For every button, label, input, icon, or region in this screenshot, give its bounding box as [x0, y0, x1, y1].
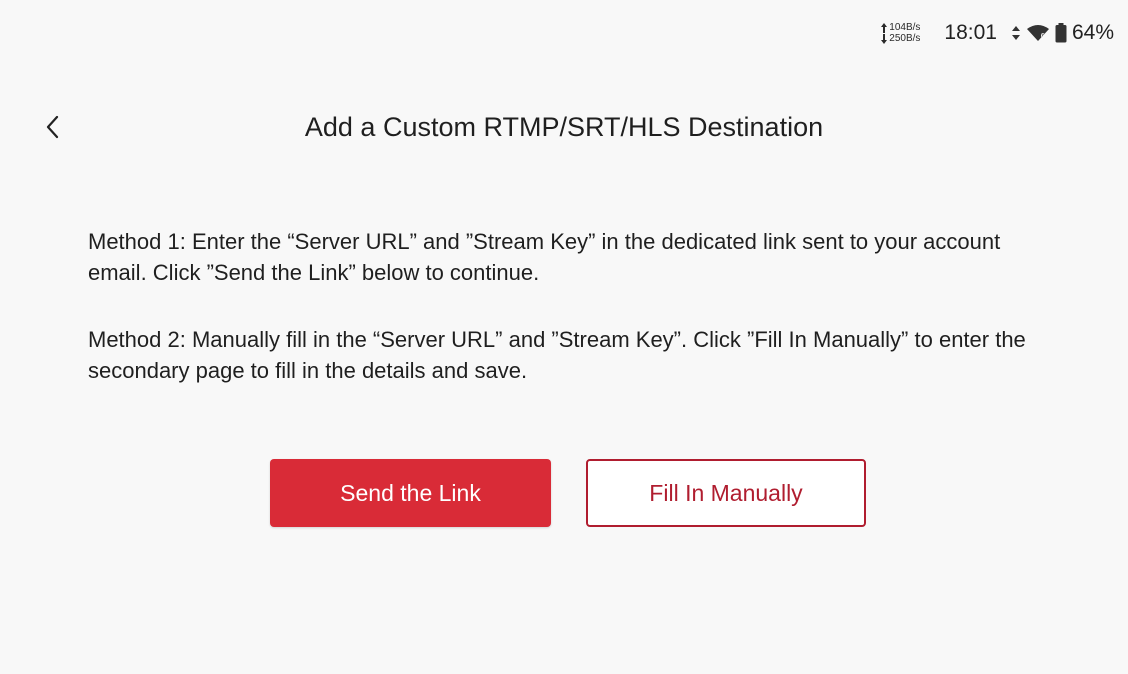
fill-in-manually-button[interactable]: Fill In Manually [586, 459, 866, 527]
status-bar: 104B/s 250B/s 18:01 6 64% [881, 14, 1114, 52]
method-2-instructions: Method 2: Manually fill in the “Server U… [88, 327, 1026, 383]
page-title: Add a Custom RTMP/SRT/HLS Destination [304, 112, 824, 142]
download-arrow-icon [881, 33, 888, 44]
network-speed: 104B/s 250B/s [881, 22, 920, 44]
download-speed: 250B/s [889, 33, 921, 44]
data-transfer-icon [1011, 25, 1021, 41]
upload-speed: 104B/s [889, 22, 921, 33]
send-link-button[interactable]: Send the Link [270, 459, 551, 527]
fill-in-manually-label: Fill In Manually [649, 479, 803, 506]
upload-arrow-icon [881, 22, 888, 33]
svg-text:6: 6 [1040, 32, 1045, 40]
battery-icon [1055, 23, 1067, 43]
upload-speed-row: 104B/s [881, 22, 920, 33]
battery-percentage: 64% [1071, 21, 1114, 44]
clock: 18:01 [944, 21, 997, 44]
send-link-label: Send the Link [340, 479, 481, 506]
method-1-instructions: Method 1: Enter the “Server URL” and ”St… [88, 229, 1001, 285]
wifi-icon: 6 [1026, 24, 1050, 42]
download-speed-row: 250B/s [881, 33, 920, 44]
